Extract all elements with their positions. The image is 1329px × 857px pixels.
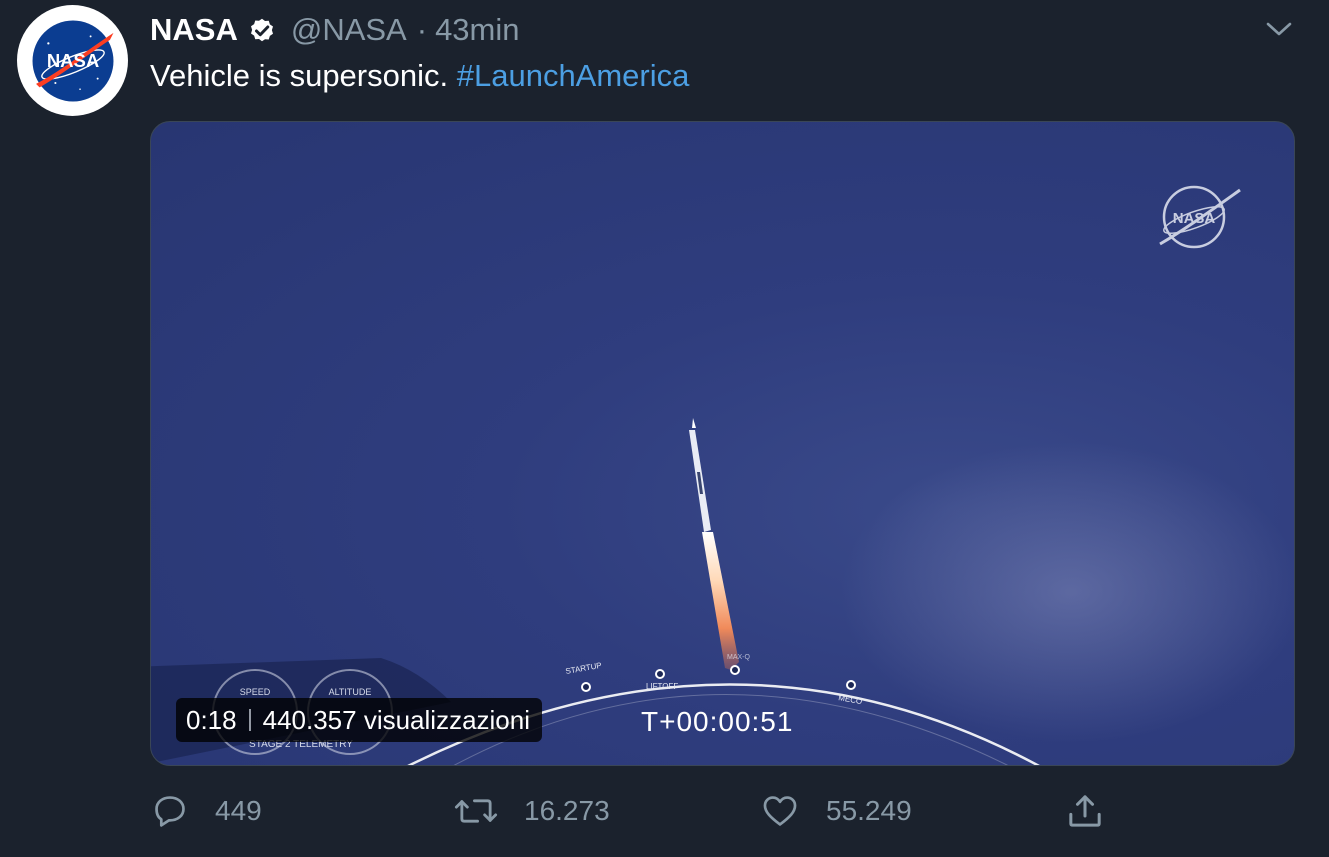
launch-video-frame: SPEED ALTITUDE STAGE 2 TELEMETRY STARTUP…: [151, 418, 1294, 765]
timeline-markers: [581, 665, 856, 692]
avatar[interactable]: NASA: [17, 5, 128, 116]
verified-badge-icon: [250, 18, 273, 42]
reply-count: 449: [215, 795, 262, 826]
display-name[interactable]: NASA: [150, 12, 238, 48]
tweet: NASA NASA @NASA · 43min Vehicle is super…: [0, 0, 1329, 857]
header-separator: ·: [416, 12, 428, 47]
hashtag-link[interactable]: #LaunchAmerica: [457, 58, 690, 93]
retweet-count: 16.273: [524, 795, 610, 826]
altitude-label: ALTITUDE: [329, 687, 372, 697]
reply-button[interactable]: 449: [151, 788, 262, 834]
nasa-logo-icon: NASA: [32, 20, 113, 101]
video-stats-badge: 0:18 440.357 visualizzazioni: [176, 698, 542, 742]
reply-icon: [155, 796, 185, 827]
chevron-down-icon: [1266, 22, 1292, 36]
timeline-label-meco: MECO: [838, 693, 863, 706]
tweet-text: Vehicle is supersonic. #LaunchAmerica: [150, 58, 689, 94]
retweet-icon: [454, 799, 498, 823]
video-duration: 0:18: [186, 704, 237, 735]
retweet-button[interactable]: 16.273: [454, 788, 610, 834]
tweet-header: NASA @NASA · 43min: [150, 10, 520, 50]
avatar-logo-text: NASA: [46, 50, 98, 71]
nasa-watermark: NASA: [1154, 182, 1244, 257]
view-count: 440.357 visualizzazioni: [262, 704, 530, 735]
share-button[interactable]: [1065, 788, 1105, 834]
timeline-label-liftoff: LIFTOFF: [646, 682, 678, 691]
heart-icon: [763, 796, 797, 826]
nasa-logo-icon: NASA: [1159, 185, 1241, 249]
stats-divider: [248, 709, 251, 731]
speed-label: SPEED: [240, 687, 271, 697]
tweet-timestamp[interactable]: 43min: [435, 12, 519, 48]
like-count: 55.249: [826, 795, 912, 826]
rocket: [689, 418, 739, 670]
tweet-body: Vehicle is supersonic.: [150, 58, 449, 93]
tweet-actions: 449 16.273 55.249: [0, 788, 1329, 834]
timeline-label-startup: STARTUP: [565, 661, 603, 676]
video-player[interactable]: SPEED ALTITUDE STAGE 2 TELEMETRY STARTUP…: [150, 121, 1295, 766]
watermark-text: NASA: [1173, 210, 1216, 227]
like-button[interactable]: 55.249: [760, 788, 912, 834]
share-icon: [1069, 795, 1101, 827]
more-options-button[interactable]: [1262, 15, 1296, 43]
timeline-label-maxq: MAX-Q: [727, 654, 751, 661]
user-handle[interactable]: @NASA: [291, 12, 407, 48]
mission-clock: T+00:00:51: [641, 706, 794, 737]
